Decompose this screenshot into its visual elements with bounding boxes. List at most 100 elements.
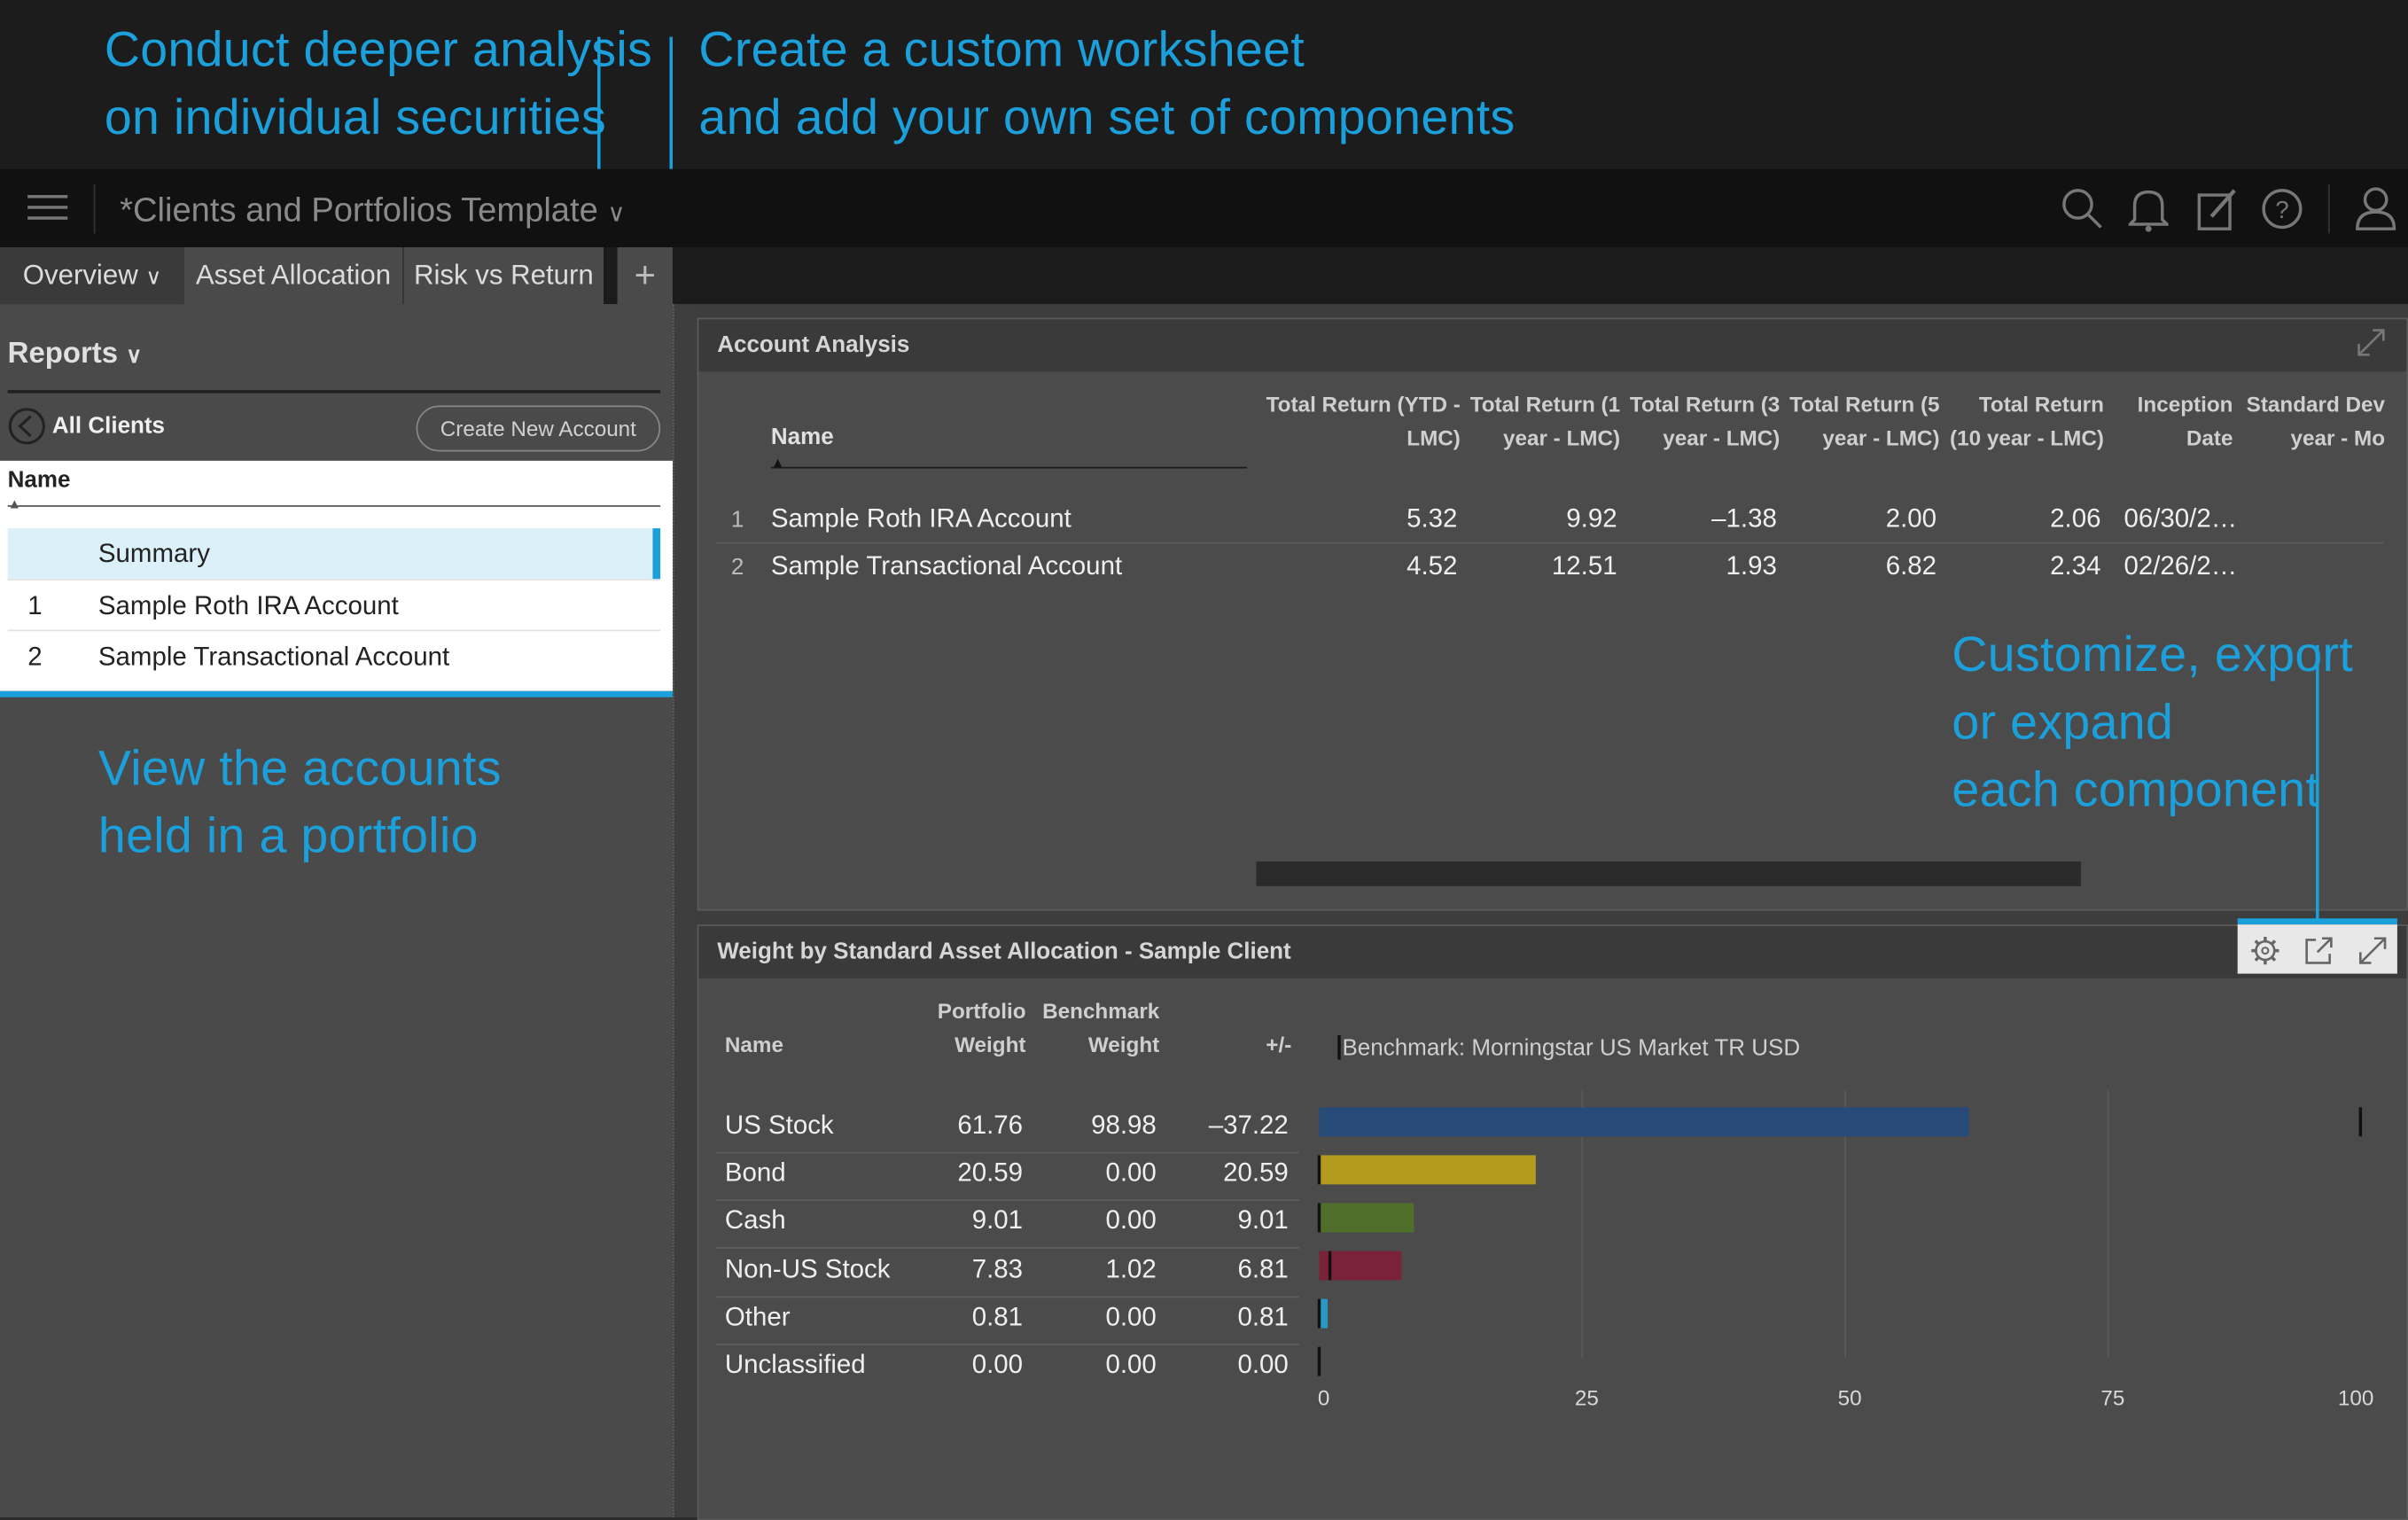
column-header[interactable]: Inception Date (2116, 387, 2233, 455)
name-column-header[interactable]: Name (725, 1027, 783, 1061)
reports-dropdown[interactable]: Reports ∨ (8, 335, 142, 375)
benchmark-weight-cell: 1.02 (1105, 1254, 1157, 1284)
divider (715, 1247, 1299, 1249)
edit-icon[interactable] (2196, 186, 2240, 232)
cell-ytd: 5.32 (1407, 503, 1458, 534)
portfolio-bar (1319, 1155, 1536, 1185)
benchmark-weight-header[interactable]: Benchmark Weight (1032, 994, 1159, 1061)
expand-icon[interactable] (2357, 935, 2389, 966)
callout-custom-worksheet: Create a custom worksheet and add your o… (698, 15, 1515, 150)
portfolio-weight-cell: 0.81 (971, 1302, 1024, 1332)
tab-label: Asset Allocation (195, 259, 392, 291)
asset-class-name: Unclassified (724, 1350, 866, 1380)
name-column-header[interactable]: Name (771, 421, 834, 455)
benchmark-marker (1317, 1155, 1321, 1185)
chevron-down-icon: ∨ (126, 342, 142, 368)
cell-inception: 06/30/2… (2124, 503, 2238, 534)
difference-header[interactable]: +/- (1198, 1027, 1291, 1061)
divider (715, 1296, 1299, 1298)
header-line: Total Return (1978, 391, 2104, 417)
divider (7, 390, 661, 394)
asset-class-name: Bond (724, 1158, 786, 1188)
divider (715, 542, 2384, 544)
header-line: Total Return (YTD - (1266, 391, 1461, 417)
portfolio-bar (1319, 1203, 1414, 1233)
header-line: Weight (1087, 1032, 1160, 1057)
callout-tools-underline (2237, 918, 2397, 925)
sort-ascending-icon: ▲ (7, 495, 22, 512)
tab-label: Risk vs Return (413, 259, 594, 291)
header-line: Benchmark (1042, 998, 1160, 1024)
benchmark-legend-marker (1337, 1034, 1341, 1060)
callout-view-accounts: View the accounts held in a portfolio (98, 734, 502, 869)
column-header[interactable]: Standard Dev year - Mo (2242, 387, 2385, 455)
tab-asset-allocation[interactable]: Asset Allocation (183, 246, 404, 305)
gear-icon[interactable] (2250, 935, 2281, 966)
portfolio-weight-cell: 20.59 (957, 1158, 1024, 1188)
header-line: Weight (955, 1032, 1026, 1057)
column-header[interactable]: Total Return (YTD - LMC) (1259, 387, 1461, 455)
name-column-header[interactable]: Name (8, 465, 71, 496)
benchmark-legend-label: Benchmark: Morningstar US Market TR USD (1342, 1034, 1801, 1062)
export-icon[interactable] (2303, 935, 2334, 966)
header-line: Portfolio (937, 998, 1026, 1024)
header-line: year - LMC) (1822, 425, 1940, 450)
benchmark-weight-cell: 0.00 (1105, 1302, 1157, 1332)
difference-cell: 9.01 (1237, 1205, 1289, 1235)
benchmark-weight-cell: 0.00 (1105, 1350, 1157, 1380)
user-icon[interactable] (2354, 186, 2397, 232)
column-header[interactable]: Total Return (3 year - LMC) (1626, 387, 1780, 455)
benchmark-marker (1317, 1346, 1321, 1376)
search-icon[interactable] (2060, 186, 2106, 232)
cell-ytd: 4.52 (1407, 551, 1458, 581)
back-arrow-icon[interactable] (8, 407, 46, 445)
menu-icon[interactable] (27, 191, 68, 224)
header-line: Date (2186, 425, 2233, 450)
x-tick-label: 100 (2338, 1387, 2373, 1411)
plus-icon: + (634, 254, 656, 297)
tab-overview[interactable]: Overview ∨ (0, 246, 184, 305)
column-header[interactable]: Total Return (10 year - LMC) (1945, 387, 2104, 455)
portfolio-weight-cell: 7.83 (971, 1254, 1024, 1284)
all-clients-link[interactable]: All Clients (52, 410, 165, 444)
header-line: year - Mo (2290, 425, 2386, 450)
expand-icon[interactable] (2357, 329, 2385, 356)
bell-icon[interactable] (2128, 186, 2169, 232)
portfolio-bar (1319, 1107, 1969, 1137)
panel-splitter[interactable] (672, 304, 696, 1518)
horizontal-scrollbar[interactable] (1256, 861, 2081, 886)
callout-line: Conduct deeper analysis (104, 21, 653, 77)
asset-class-name: Non-US Stock (724, 1254, 891, 1284)
difference-cell: 0.00 (1237, 1350, 1289, 1380)
benchmark-weight-cell: 0.00 (1105, 1205, 1157, 1235)
cell-3y: 1.93 (1726, 551, 1777, 581)
callout-line: View the accounts (97, 740, 502, 796)
callout-line: and add your own set of components (698, 89, 1516, 144)
cell-inception: 02/26/2… (2124, 551, 2238, 581)
column-header[interactable]: Total Return (1 year - LMC) (1467, 387, 1620, 455)
cell-1y: 12.51 (1551, 551, 1617, 581)
difference-cell: 20.59 (1223, 1158, 1289, 1188)
difference-cell: 6.81 (1237, 1254, 1289, 1284)
cell-3y: –1.38 (1711, 503, 1777, 534)
callout-customize: Customize, export or expand each compone… (1952, 620, 2353, 823)
worksheet-title[interactable]: *Clients and Portfolios Template ∨ (120, 187, 626, 238)
help-icon[interactable]: ? (2259, 186, 2305, 232)
callout-line: each component (1952, 761, 2320, 817)
callout-line: or expand (1952, 694, 2174, 750)
create-new-account-button[interactable]: Create New Account (416, 405, 661, 452)
header-line: Total Return (1 (1469, 391, 1621, 417)
row-index: 2 (730, 554, 744, 581)
selection-indicator (652, 528, 661, 580)
chevron-down-icon: ∨ (607, 200, 626, 228)
add-tab-button[interactable]: + (617, 246, 673, 305)
column-header[interactable]: Total Return (5 year - LMC) (1786, 387, 1939, 455)
header-line: Standard Dev (2246, 391, 2386, 417)
portfolio-weight-header[interactable]: Portfolio Weight (906, 994, 1026, 1061)
divider (7, 505, 661, 507)
tab-risk-vs-return[interactable]: Risk vs Return (403, 246, 604, 305)
asset-class-name: Cash (724, 1205, 786, 1235)
cell-5y: 6.82 (1885, 551, 1937, 581)
callout-line: held in a portfolio (97, 807, 479, 863)
tab-label: Overview (22, 259, 138, 291)
